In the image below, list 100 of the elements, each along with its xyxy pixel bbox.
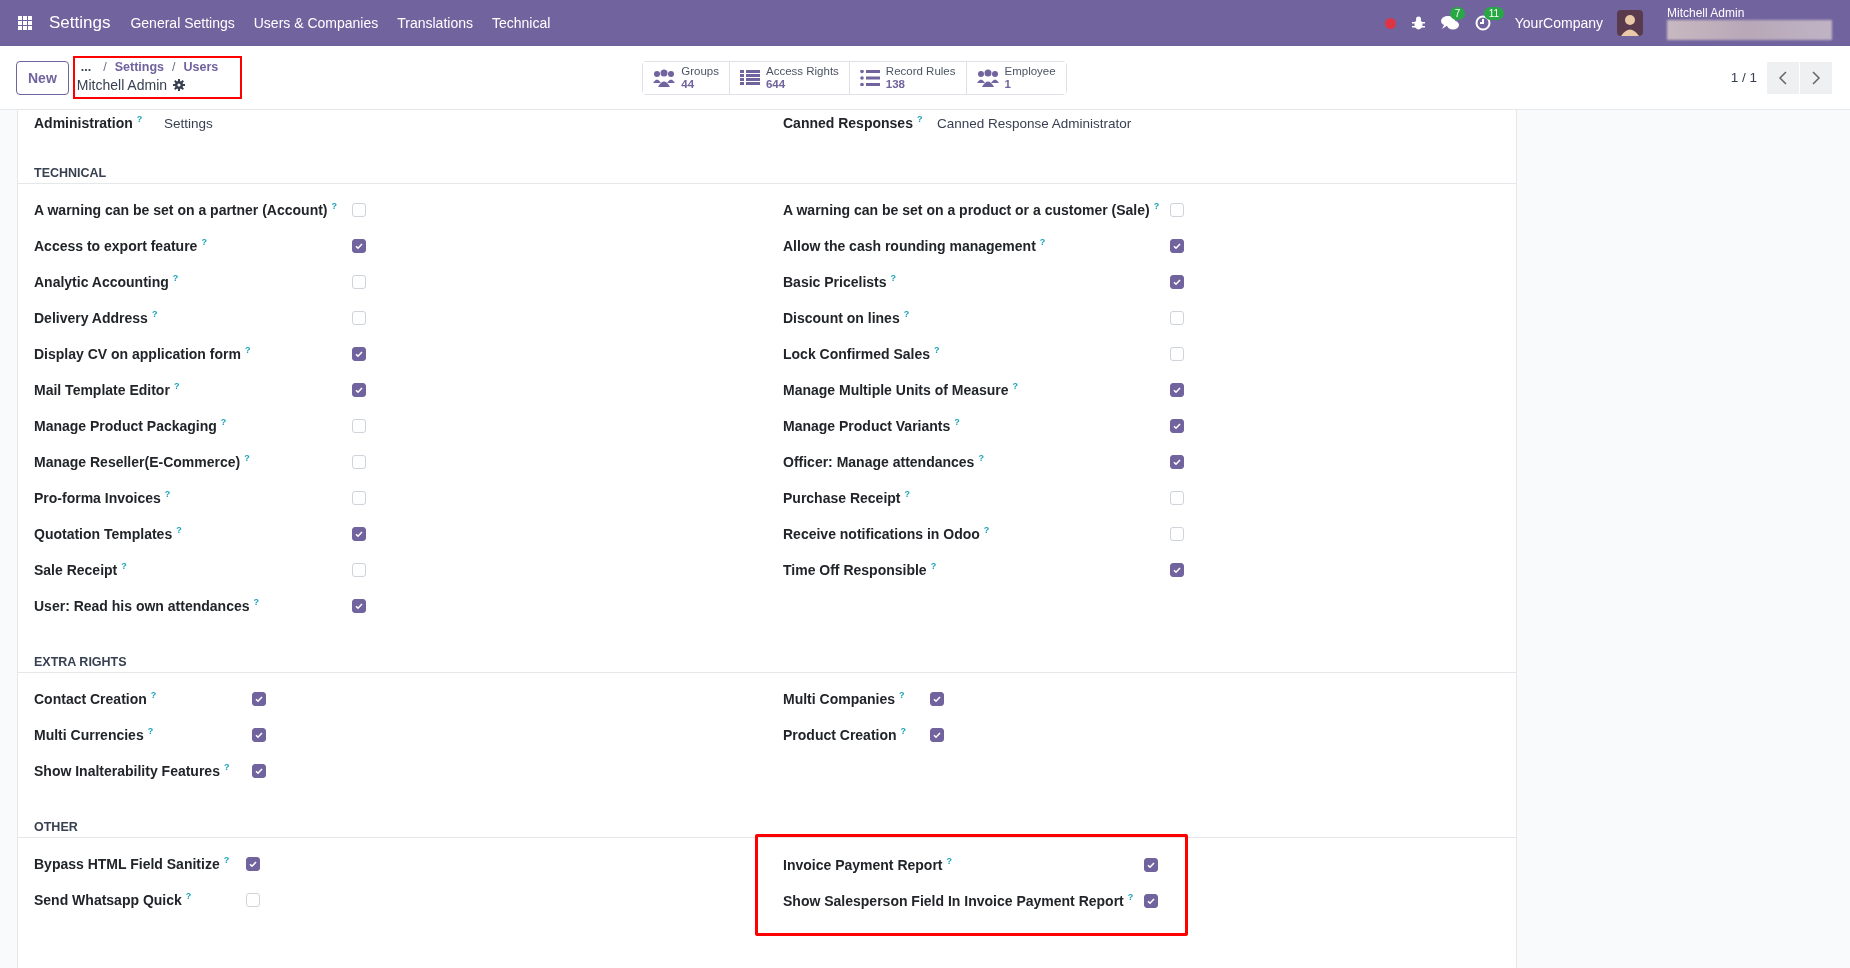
checkbox[interactable]: [930, 692, 944, 706]
help-tooltip[interactable]: ?: [946, 856, 952, 867]
help-tooltip[interactable]: ?: [916, 114, 923, 125]
checkbox[interactable]: [1144, 858, 1158, 872]
list-icon: [859, 69, 880, 86]
help-tooltip[interactable]: ?: [978, 453, 984, 464]
field-label: Show Inalterability Features $^{?}$: [34, 762, 231, 780]
checkbox[interactable]: [352, 239, 366, 253]
help-tooltip[interactable]: ?: [1127, 892, 1134, 903]
app-title[interactable]: Settings: [49, 13, 111, 33]
help-tooltip[interactable]: ?: [244, 345, 251, 356]
checkbox[interactable]: [1170, 455, 1184, 469]
menu-item[interactable]: Technical: [492, 15, 551, 31]
help-tooltip[interactable]: ?: [150, 690, 157, 701]
clock-icon[interactable]: [1474, 15, 1491, 31]
checkbox[interactable]: [1170, 563, 1184, 577]
help-tooltip[interactable]: ?: [1012, 381, 1019, 392]
help-tooltip[interactable]: ?: [1039, 237, 1046, 248]
field-label: Receive notifications in Odoo $^{?}$: [783, 525, 991, 543]
field-label: Allow the cash rounding management $^{?}$: [783, 237, 1047, 255]
checkbox[interactable]: [1170, 383, 1184, 397]
count-badge: 11: [1483, 7, 1505, 20]
field-label: A warning can be set on a product or a customer (Sale) $^{?}$: [783, 201, 1161, 219]
help-tooltip[interactable]: ?: [930, 561, 937, 572]
bug-icon[interactable]: [1411, 16, 1425, 30]
help-tooltip[interactable]: ?: [223, 855, 230, 866]
help-tooltip[interactable]: ?: [244, 453, 250, 464]
checkbox[interactable]: [352, 599, 366, 613]
help-tooltip[interactable]: ?: [172, 273, 179, 284]
help-tooltip[interactable]: ?: [253, 597, 259, 608]
next-button[interactable]: [1800, 61, 1832, 94]
help-tooltip[interactable]: ?: [164, 489, 171, 500]
record-dot-icon[interactable]: [1384, 17, 1396, 29]
field-label: Access to export feature $^{?}$: [34, 237, 208, 255]
field-label: Lock Confirmed Sales $^{?}$: [783, 345, 941, 363]
help-tooltip[interactable]: ?: [176, 525, 182, 536]
field-label: Discount on lines $^{?}$: [783, 309, 911, 327]
help-tooltip[interactable]: ?: [954, 417, 960, 428]
help-tooltip[interactable]: ?: [903, 309, 910, 320]
checkbox[interactable]: [252, 728, 266, 742]
chevron-left-icon: [1778, 70, 1788, 85]
new-button[interactable]: New: [16, 60, 69, 95]
checkbox[interactable]: [1144, 894, 1158, 908]
field-label: Show Salesperson Field In Invoice Payment Report $^{?}$: [783, 892, 1135, 910]
field-label: Officer: Manage attendances $^{?}$: [783, 453, 985, 471]
field-label: Contact Creation $^{?}$: [34, 690, 158, 708]
field-label: Administration $^{?}$: [34, 114, 144, 132]
field-label: A warning can be set on a partner (Account) $^{?}$: [34, 201, 339, 219]
menu-item[interactable]: General Settings: [130, 15, 235, 31]
help-tooltip[interactable]: ?: [220, 417, 227, 428]
help-tooltip[interactable]: ?: [223, 762, 230, 773]
help-tooltip[interactable]: ?: [136, 114, 143, 125]
user-name[interactable]: Mitchell Admin: [1667, 6, 1832, 20]
avatar-icon[interactable]: [1617, 10, 1643, 36]
checkbox[interactable]: [352, 347, 366, 361]
stat-button[interactable]: Groups 44: [643, 61, 730, 94]
checkbox[interactable]: [352, 527, 366, 541]
chat-icon[interactable]: [1440, 15, 1459, 31]
checkbox[interactable]: [1170, 419, 1184, 433]
apps-grid-icon[interactable]: [18, 15, 33, 31]
help-tooltip[interactable]: ?: [331, 201, 338, 212]
menu-item[interactable]: Users & Companies: [253, 15, 379, 31]
field-label: Product Creation $^{?}$: [783, 726, 908, 744]
help-tooltip[interactable]: ?: [147, 726, 154, 737]
field-label: Manage Product Variants $^{?}$: [783, 417, 961, 435]
help-tooltip[interactable]: ?: [173, 381, 180, 392]
people-icon: [976, 68, 999, 87]
field-label: Manage Reseller(E-Commerce) $^{?}$: [34, 453, 251, 471]
list-icon: [739, 69, 760, 86]
field-value[interactable]: Settings: [164, 115, 767, 131]
checkbox[interactable]: [252, 764, 266, 778]
menu-item[interactable]: Translations: [397, 15, 473, 31]
help-tooltip[interactable]: ?: [983, 525, 990, 536]
help-tooltip[interactable]: ?: [201, 237, 207, 248]
help-tooltip[interactable]: ?: [185, 891, 192, 902]
checkbox[interactable]: [930, 728, 944, 742]
help-tooltip[interactable]: ?: [900, 726, 907, 737]
previous-button[interactable]: [1767, 61, 1799, 94]
field-label: Sale Receipt $^{?}$: [34, 561, 128, 579]
breadcrumb-link[interactable]: Settings: [114, 60, 164, 74]
help-tooltip[interactable]: ?: [151, 309, 158, 320]
help-tooltip[interactable]: ?: [934, 345, 940, 356]
checkbox[interactable]: [252, 692, 266, 706]
checkbox[interactable]: [1170, 275, 1184, 289]
breadcrumb-ellipsis[interactable]: ...: [80, 60, 92, 74]
count-badge: 7: [1449, 7, 1466, 20]
help-tooltip[interactable]: ?: [904, 489, 910, 500]
help-tooltip[interactable]: ?: [890, 273, 896, 284]
section-header: TECHNICAL: [18, 166, 1516, 184]
checkbox[interactable]: [1170, 239, 1184, 253]
field-value[interactable]: Canned Response Administrator: [937, 115, 1516, 131]
breadcrumb-link[interactable]: Users: [183, 60, 219, 74]
help-tooltip[interactable]: ?: [121, 561, 127, 572]
help-tooltip[interactable]: ?: [899, 690, 905, 701]
company-name[interactable]: YourCompany: [1514, 15, 1603, 31]
checkbox[interactable]: [352, 383, 366, 397]
field-label: Send Whatsapp Quick $^{?}$: [34, 891, 193, 909]
checkbox[interactable]: [246, 857, 260, 871]
settings-icon[interactable]: [173, 79, 186, 91]
help-tooltip[interactable]: ?: [1153, 201, 1160, 212]
